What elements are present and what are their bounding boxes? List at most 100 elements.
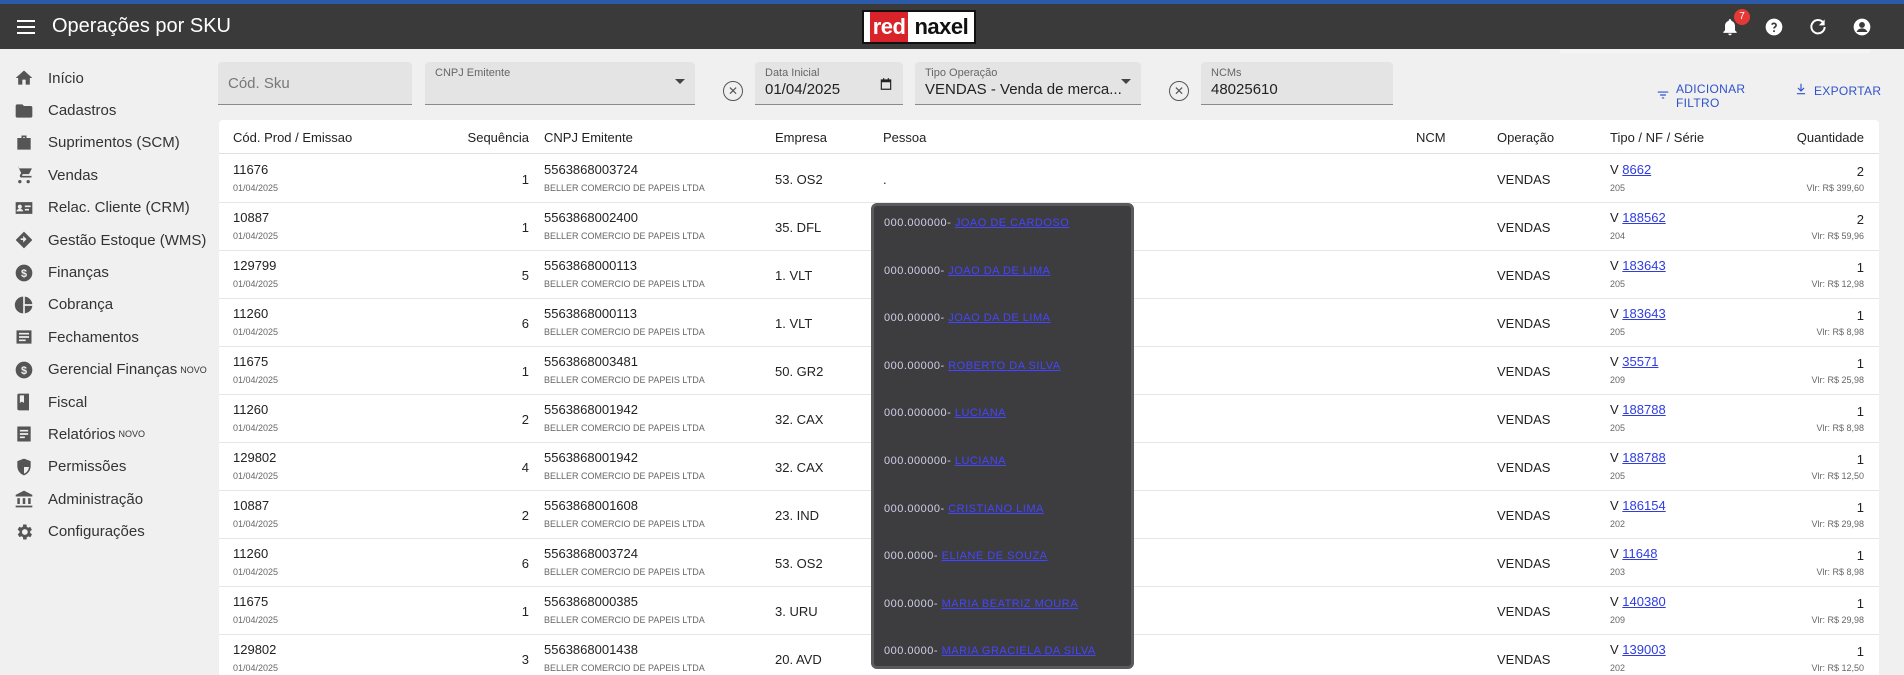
- data-inicial-field[interactable]: Data Inicial 01/04/2025: [755, 62, 903, 105]
- tooltip-person-name[interactable]: ELIANE DE SOUZA: [942, 550, 1048, 562]
- account-avatar-icon[interactable]: [1850, 15, 1874, 39]
- emissao-date: 01/04/2025: [233, 279, 279, 289]
- emissao-date: 01/04/2025: [233, 615, 279, 625]
- serie: 202: [1610, 663, 1626, 673]
- nav-item-fechamentos[interactable]: Fechamentos: [0, 321, 210, 353]
- col-tipo[interactable]: Tipo / NF / Série: [1610, 130, 1704, 145]
- nav-item-administracao[interactable]: Administração: [0, 483, 210, 515]
- nav-item-inicio[interactable]: Início: [0, 62, 210, 94]
- tipo: V: [1610, 546, 1619, 561]
- valor: Vlr: R$ 59,96: [1811, 231, 1864, 241]
- bank-icon: [13, 488, 35, 510]
- nf-link[interactable]: 35571: [1622, 354, 1658, 369]
- tipo: V: [1610, 162, 1619, 177]
- tooltip-person-name[interactable]: JOAO DE CARDOSO: [955, 217, 1069, 229]
- tooltip-person-name[interactable]: JOAO DA DE LIMA: [948, 312, 1050, 324]
- cod-prod: 11260: [233, 546, 269, 561]
- nf-link[interactable]: 183643: [1622, 306, 1665, 321]
- sku-placeholder: Cód. Sku: [228, 75, 290, 92]
- tooltip-person-line: 000.00000- CRISTIANO LIMA: [884, 503, 1044, 515]
- data-inicial-label: Data Inicial: [765, 67, 820, 79]
- col-cod[interactable]: Cód. Prod / Emissao: [233, 130, 352, 145]
- nav-item-financas[interactable]: $ Finanças: [0, 256, 210, 288]
- contact-card-icon: [13, 197, 35, 219]
- nf-link[interactable]: 8662: [1622, 162, 1651, 177]
- col-cnpj[interactable]: CNPJ Emitente: [544, 130, 633, 145]
- nav-item-crm[interactable]: Relac. Cliente (CRM): [0, 192, 210, 224]
- nav-item-fiscal[interactable]: Fiscal: [0, 386, 210, 418]
- clear-tipo-icon[interactable]: ✕: [1169, 81, 1189, 101]
- nav-item-suprimentos[interactable]: Suprimentos (SCM): [0, 127, 210, 159]
- nf-link[interactable]: 188562: [1622, 210, 1665, 225]
- nav-item-vendas[interactable]: Vendas: [0, 159, 210, 191]
- tooltip-person-name[interactable]: MARIA GRACIELA DA SILVA: [942, 645, 1096, 657]
- add-filter-button[interactable]: ADICIONAR FILTRO: [1656, 82, 1745, 110]
- chevron-down-icon: [675, 79, 685, 84]
- nf-link[interactable]: 183643: [1622, 258, 1665, 273]
- nav-item-relatorios[interactable]: Relatórios NOVO: [0, 418, 210, 450]
- dollar-circle-icon: $: [13, 359, 35, 381]
- cnpj-emitente: 5563868001942: [544, 450, 638, 465]
- refresh-icon[interactable]: [1806, 15, 1830, 39]
- nf-link[interactable]: 11648: [1622, 546, 1657, 561]
- tooltip-person-name[interactable]: MARIA BEATRIZ MOURA: [942, 598, 1078, 610]
- nav-item-wms[interactable]: Gestão Estoque (WMS): [0, 224, 210, 256]
- cnpj-emitente-select[interactable]: CNPJ Emitente: [425, 62, 695, 105]
- serie: 205: [1610, 183, 1626, 193]
- cnpj-emitente: 5563868001608: [544, 498, 638, 513]
- tooltip-person-name[interactable]: LUCIANA: [955, 455, 1006, 467]
- sequencia: 4: [521, 460, 529, 475]
- razao-social: BELLER COMERCIO DE PAPEIS LTDA: [544, 327, 705, 337]
- sku-input[interactable]: Cód. Sku: [218, 62, 412, 105]
- col-seq[interactable]: Sequência: [449, 130, 529, 145]
- valor: Vlr: R$ 8,98: [1816, 327, 1864, 337]
- nav-item-cadastros[interactable]: Cadastros: [0, 94, 210, 126]
- cod-prod: 129802: [233, 642, 277, 657]
- col-qtd[interactable]: Quantidade: [1759, 130, 1864, 145]
- brand-logo[interactable]: red naxel: [862, 10, 976, 44]
- table-row[interactable]: 11676 01/04/2025 1 5563868003724 BELLER COME…: [219, 155, 1879, 203]
- cnpj-emitente: 5563868003724: [544, 162, 638, 177]
- svg-text:$: $: [21, 267, 27, 279]
- tooltip-person-name[interactable]: LUCIANA: [955, 407, 1006, 419]
- tipo-operacao-value: VENDAS - Venda de merca...: [925, 81, 1122, 98]
- tipo-operacao-select[interactable]: Tipo Operação VENDAS - Venda de merca...: [915, 62, 1141, 105]
- tooltip-person-name[interactable]: CRISTIANO LIMA: [948, 503, 1044, 515]
- tooltip-person-name[interactable]: ROBERTO DA SILVA: [948, 360, 1060, 372]
- nf-link[interactable]: 139003: [1622, 642, 1665, 657]
- nav-item-cobranca[interactable]: Cobrança: [0, 289, 210, 321]
- operacao: VENDAS: [1497, 220, 1551, 235]
- tooltip-person-line: 000.00000- ROBERTO DA SILVA: [884, 360, 1061, 372]
- ncm-input[interactable]: NCMs 48025610: [1201, 62, 1393, 105]
- col-pessoa[interactable]: Pessoa: [883, 130, 926, 145]
- col-operacao[interactable]: Operação: [1497, 130, 1554, 145]
- nf-link[interactable]: 188788: [1622, 450, 1665, 465]
- nf-link[interactable]: 188788: [1622, 402, 1665, 417]
- nav-item-gerencial-financas[interactable]: $ Gerencial Finanças NOVO: [0, 354, 210, 386]
- cnpj-label: CNPJ Emitente: [435, 67, 511, 79]
- clear-cnpj-icon[interactable]: ✕: [723, 81, 743, 101]
- tooltip-person-line: 000.0000- MARIA BEATRIZ MOURA: [884, 598, 1078, 610]
- menu-icon[interactable]: [14, 15, 38, 39]
- valor: Vlr: R$ 12,50: [1811, 471, 1864, 481]
- razao-social: BELLER COMERCIO DE PAPEIS LTDA: [544, 519, 705, 529]
- cnpj-emitente: 5563868001438: [544, 642, 638, 657]
- nav-item-configuracoes[interactable]: Configurações: [0, 515, 210, 547]
- nf-link[interactable]: 140380: [1622, 594, 1665, 609]
- tooltip-person-name[interactable]: JOAO DA DE LIMA: [948, 265, 1050, 277]
- help-icon[interactable]: [1762, 15, 1786, 39]
- notifications-bell-icon[interactable]: 7: [1718, 8, 1750, 39]
- nf-link[interactable]: 186154: [1622, 498, 1665, 513]
- razao-social: BELLER COMERCIO DE PAPEIS LTDA: [544, 471, 705, 481]
- page-title: Operações por SKU: [52, 15, 231, 37]
- tooltip-doc: 000.00000-: [884, 502, 945, 515]
- quantidade: 1: [1856, 596, 1864, 611]
- serie: 205: [1610, 471, 1626, 481]
- new-badge: NOVO: [180, 364, 207, 375]
- tipo: V: [1610, 642, 1619, 657]
- nav-item-permissoes[interactable]: Permissões: [0, 451, 210, 483]
- calendar-icon[interactable]: [879, 77, 893, 96]
- col-empresa[interactable]: Empresa: [775, 130, 827, 145]
- col-ncm[interactable]: NCM: [1416, 130, 1446, 145]
- export-button[interactable]: EXPORTAR: [1794, 82, 1881, 99]
